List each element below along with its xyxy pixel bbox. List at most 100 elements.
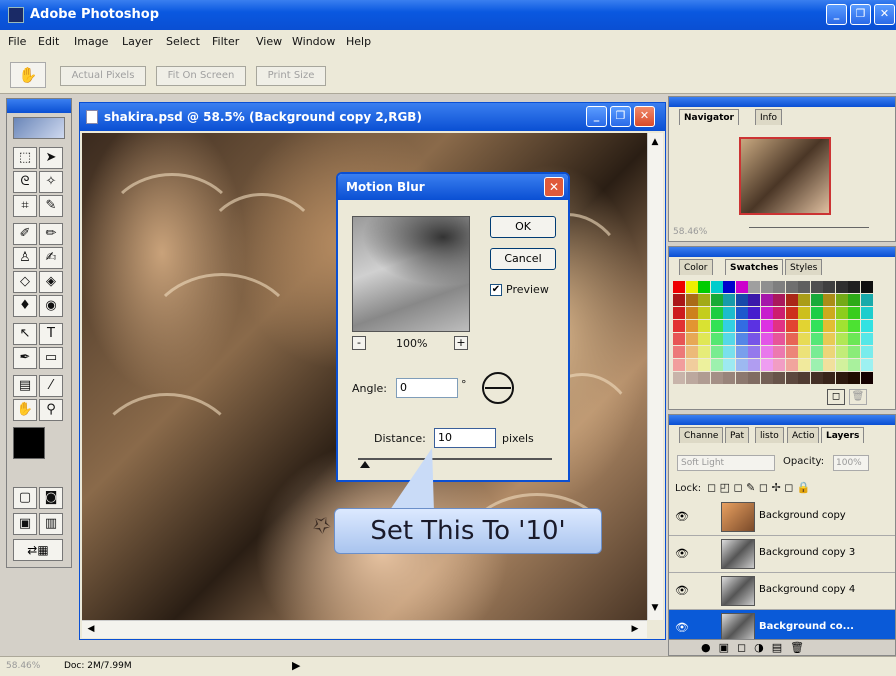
color-swatch[interactable] xyxy=(698,294,710,306)
tab-navigator[interactable]: Navigator xyxy=(679,109,739,125)
color-swatch[interactable] xyxy=(810,281,823,293)
navigator-zoom-slider[interactable] xyxy=(749,227,869,235)
healing-brush-icon[interactable]: ✐ xyxy=(13,223,37,245)
color-swatch[interactable] xyxy=(735,346,748,358)
type-tool-icon[interactable]: T xyxy=(39,323,63,345)
layer-row[interactable]: 👁 Background copy xyxy=(669,499,895,536)
scroll-down-icon[interactable]: ▼ xyxy=(648,601,662,615)
menu-view[interactable]: View xyxy=(256,35,282,48)
scroll-left-icon[interactable]: ◀ xyxy=(84,622,98,636)
color-swatch[interactable] xyxy=(773,333,785,345)
move-tool-icon[interactable]: ➤ xyxy=(39,147,63,169)
color-swatch[interactable] xyxy=(710,359,723,371)
color-swatch[interactable] xyxy=(848,372,860,384)
color-swatch[interactable] xyxy=(848,346,860,358)
color-swatch[interactable] xyxy=(723,372,735,384)
zoom-in-button[interactable]: + xyxy=(454,336,468,350)
actual-pixels-button[interactable]: Actual Pixels xyxy=(60,66,146,86)
maximize-button[interactable]: ❐ xyxy=(850,4,871,25)
eraser-tool-icon[interactable]: ◇ xyxy=(13,271,37,293)
color-swatch[interactable] xyxy=(785,333,798,345)
color-swatch[interactable] xyxy=(710,320,723,332)
color-swatch[interactable] xyxy=(823,307,835,319)
color-swatch[interactable] xyxy=(810,333,823,345)
color-swatch[interactable] xyxy=(810,359,823,371)
hand-icon[interactable]: ✋ xyxy=(10,62,46,88)
slice-tool-icon[interactable]: ✎ xyxy=(39,195,63,217)
standard-mode-icon[interactable]: ▢ xyxy=(13,487,37,509)
pen-tool-icon[interactable]: ✒ xyxy=(13,347,37,369)
color-swatch[interactable] xyxy=(798,281,810,293)
color-swatch[interactable] xyxy=(785,359,798,371)
color-swatch[interactable] xyxy=(748,281,760,293)
tab-paths[interactable]: Pat xyxy=(725,427,750,443)
color-swatch[interactable] xyxy=(723,333,735,345)
color-swatch[interactable] xyxy=(860,294,873,306)
color-swatch[interactable] xyxy=(685,294,698,306)
menu-image[interactable]: Image xyxy=(74,35,108,48)
color-swatch[interactable] xyxy=(823,372,835,384)
color-swatch[interactable] xyxy=(798,346,810,358)
color-swatch[interactable] xyxy=(748,307,760,319)
cancel-button[interactable]: Cancel xyxy=(490,248,556,270)
color-swatch[interactable] xyxy=(698,320,710,332)
paint-bucket-icon[interactable]: ◈ xyxy=(39,271,63,293)
color-swatch[interactable] xyxy=(685,359,698,371)
color-swatch[interactable] xyxy=(673,372,685,384)
marquee-tool-icon[interactable]: ⬚ xyxy=(13,147,37,169)
color-swatch[interactable] xyxy=(810,372,823,384)
blur-preview[interactable] xyxy=(352,216,470,332)
doc-close-button[interactable]: ✕ xyxy=(634,106,655,127)
color-swatch[interactable] xyxy=(748,333,760,345)
angle-input[interactable]: 0 xyxy=(396,378,458,398)
screen-mode-full-icon[interactable]: ▥ xyxy=(39,513,63,535)
color-swatch[interactable] xyxy=(723,294,735,306)
color-swatch[interactable] xyxy=(848,307,860,319)
distance-slider-track[interactable] xyxy=(358,458,552,460)
shape-tool-icon[interactable]: ▭ xyxy=(39,347,63,369)
distance-slider-thumb-icon[interactable] xyxy=(360,461,370,468)
foreground-color-swatch[interactable] xyxy=(13,427,45,459)
color-swatch[interactable] xyxy=(723,320,735,332)
color-swatch[interactable] xyxy=(673,346,685,358)
color-swatch[interactable] xyxy=(760,281,773,293)
color-swatch[interactable] xyxy=(798,294,810,306)
dodge-tool-icon[interactable]: ◉ xyxy=(39,295,63,317)
color-swatch[interactable] xyxy=(773,320,785,332)
opacity-input[interactable]: 100% xyxy=(833,455,869,471)
vertical-scrollbar[interactable]: ▲ ▼ xyxy=(647,133,663,620)
color-swatch[interactable] xyxy=(748,372,760,384)
menu-window[interactable]: Window xyxy=(292,35,335,48)
minimize-button[interactable]: _ xyxy=(826,4,847,25)
color-swatch[interactable] xyxy=(798,307,810,319)
color-swatch[interactable] xyxy=(760,372,773,384)
crop-tool-icon[interactable]: ⌗ xyxy=(13,195,37,217)
color-swatch[interactable] xyxy=(785,294,798,306)
color-swatch[interactable] xyxy=(760,307,773,319)
lock-icons[interactable]: ◻ ◰ ◻ ✎ ◻ ✢ ◻ 🔒 xyxy=(707,481,811,494)
color-swatch[interactable] xyxy=(735,320,748,332)
color-swatch[interactable] xyxy=(673,359,685,371)
color-swatch[interactable] xyxy=(785,281,798,293)
color-swatch[interactable] xyxy=(685,307,698,319)
color-swatch[interactable] xyxy=(760,320,773,332)
color-swatch[interactable] xyxy=(735,281,748,293)
color-swatch[interactable] xyxy=(785,372,798,384)
scroll-right-icon[interactable]: ▶ xyxy=(628,622,642,636)
screen-mode-standard-icon[interactable]: ▣ xyxy=(13,513,37,535)
color-swatch[interactable] xyxy=(860,307,873,319)
status-arrow-icon[interactable]: ▶ xyxy=(292,659,300,672)
color-swatch[interactable] xyxy=(698,307,710,319)
color-swatch[interactable] xyxy=(773,307,785,319)
color-swatch[interactable] xyxy=(710,333,723,345)
color-swatch[interactable] xyxy=(735,307,748,319)
color-swatch[interactable] xyxy=(735,372,748,384)
menu-edit[interactable]: Edit xyxy=(38,35,59,48)
color-swatch[interactable] xyxy=(673,281,685,293)
color-swatch[interactable] xyxy=(835,333,848,345)
tab-styles[interactable]: Styles xyxy=(785,259,823,275)
color-swatch[interactable] xyxy=(860,281,873,293)
color-swatch[interactable] xyxy=(698,359,710,371)
color-swatch[interactable] xyxy=(835,359,848,371)
color-swatch[interactable] xyxy=(823,294,835,306)
